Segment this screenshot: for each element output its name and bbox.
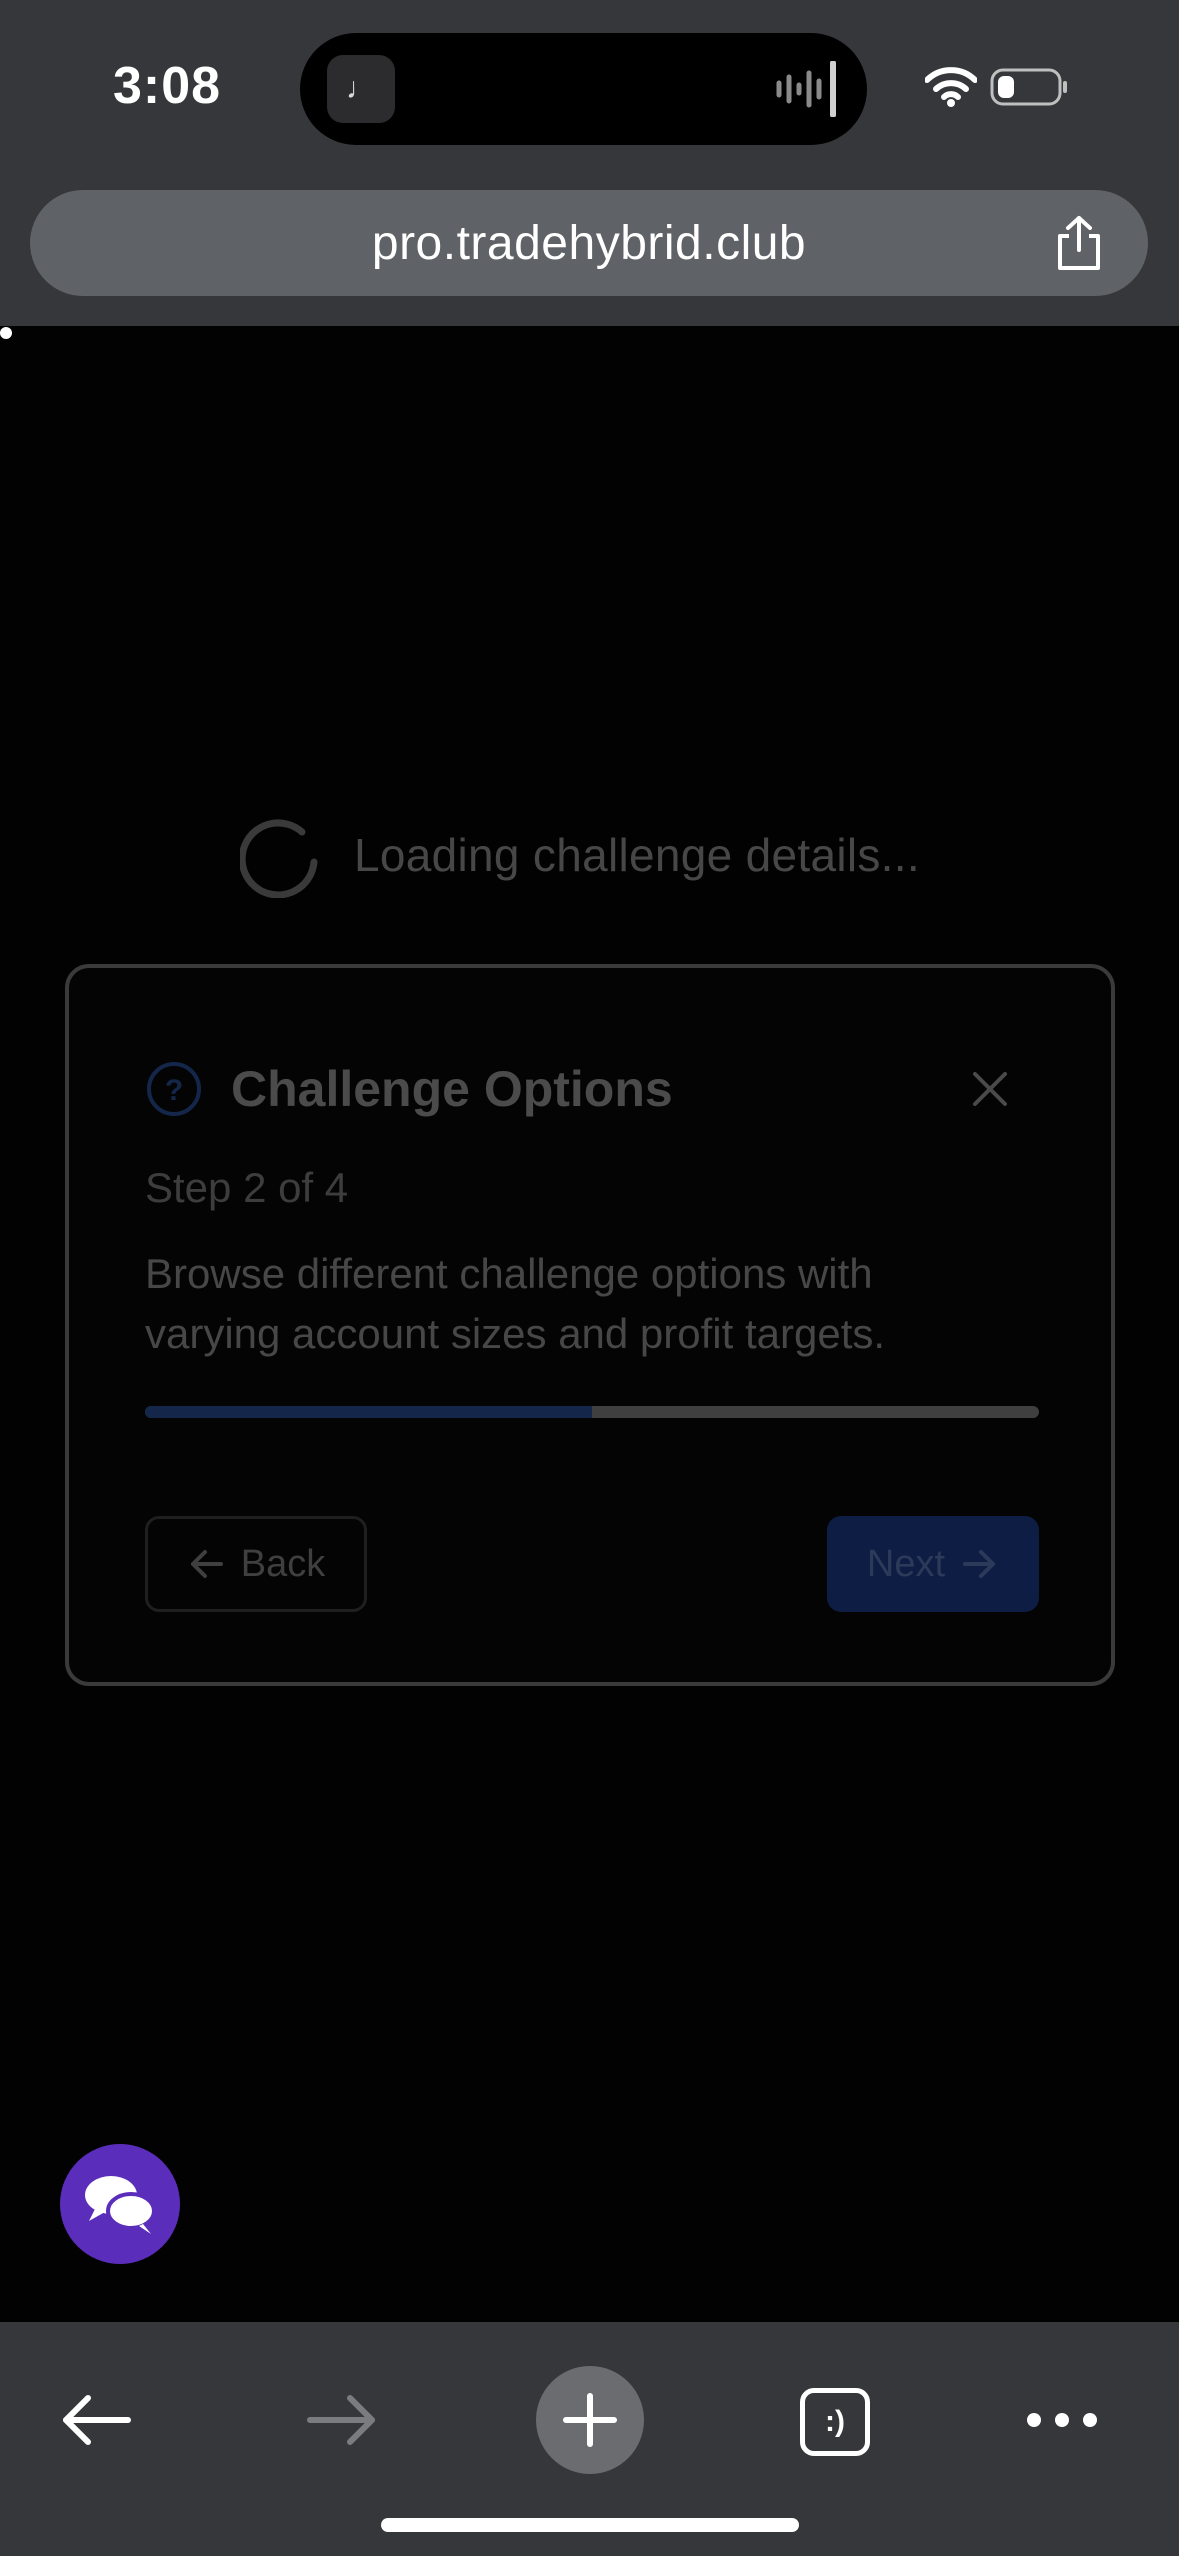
browser-toolbar: :) xyxy=(0,2322,1179,2556)
forward-nav-button[interactable] xyxy=(302,2380,382,2460)
address-bar[interactable]: pro.tradehybrid.club xyxy=(30,190,1148,296)
dialog-description: Browse different challenge options with … xyxy=(145,1250,886,1357)
next-button[interactable]: Next xyxy=(827,1516,1039,1612)
back-button-label: Back xyxy=(240,1542,326,1585)
plus-icon xyxy=(563,2393,617,2447)
back-nav-button[interactable] xyxy=(56,2380,136,2460)
progress-bar xyxy=(145,1406,1039,1418)
step-indicator: Step 2 of 4 xyxy=(145,1164,349,1211)
back-arrow-icon xyxy=(63,2395,131,2445)
back-button[interactable]: Back xyxy=(145,1516,367,1612)
music-app-icon: ♩ xyxy=(327,55,395,123)
forward-arrow-icon xyxy=(307,2395,375,2445)
audio-wave-icon xyxy=(776,61,836,117)
url-text: pro.tradehybrid.club xyxy=(371,217,807,270)
progress-fill xyxy=(145,1406,592,1418)
page-dot xyxy=(0,327,12,339)
onboarding-dialog: ? Challenge Options Step 2 of 4 Browse d… xyxy=(65,964,1115,1686)
new-tab-button[interactable] xyxy=(536,2366,644,2474)
next-button-label: Next xyxy=(866,1542,946,1585)
loading-text: Loading challenge details... xyxy=(354,829,920,881)
svg-text:?: ? xyxy=(165,1074,183,1107)
screen: 3:08 ♩ pro.tradehybrid.club Loading chal… xyxy=(0,0,1179,2556)
wifi-icon xyxy=(925,67,977,107)
chat-bubbles-icon xyxy=(85,2176,156,2234)
more-button[interactable] xyxy=(1022,2380,1102,2460)
arrow-right-icon xyxy=(963,1550,996,1578)
spinner-icon xyxy=(240,819,318,898)
share-icon[interactable] xyxy=(1050,214,1108,272)
dynamic-island[interactable]: ♩ xyxy=(300,33,867,145)
chat-button[interactable] xyxy=(60,2144,180,2264)
more-icon xyxy=(1027,2413,1097,2427)
browser-top-chrome: 3:08 ♩ pro.tradehybrid.club xyxy=(0,0,1179,326)
dialog-title: Challenge Options xyxy=(231,1061,673,1117)
battery-icon xyxy=(990,68,1067,106)
arrow-left-icon xyxy=(190,1550,223,1578)
close-icon[interactable] xyxy=(969,1068,1011,1110)
help-circle-icon: ? xyxy=(147,1062,201,1116)
home-indicator xyxy=(381,2518,799,2532)
status-time: 3:08 xyxy=(113,57,222,115)
tabs-icon[interactable]: :) xyxy=(800,2388,870,2456)
